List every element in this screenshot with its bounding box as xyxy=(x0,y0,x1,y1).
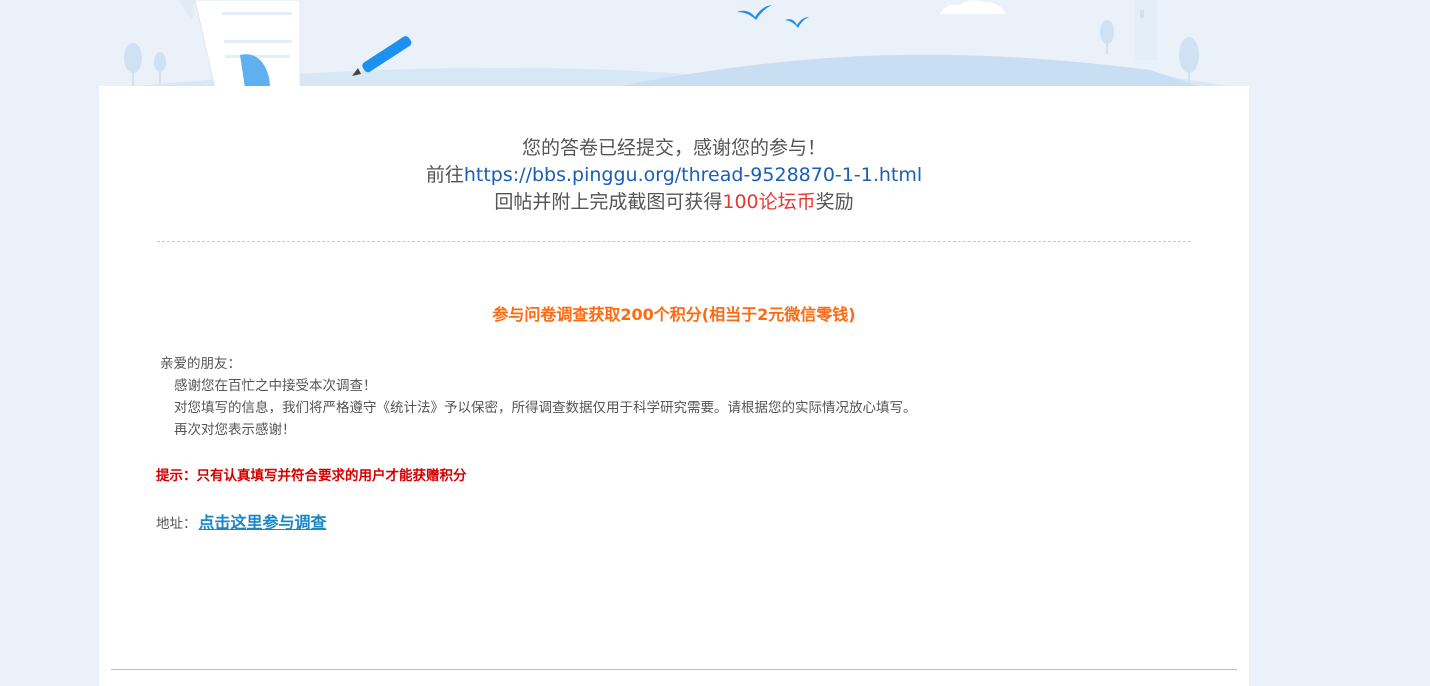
reward-suffix: 奖励 xyxy=(815,191,854,213)
survey-address: 地址： 点击这里参与调查 xyxy=(156,509,327,533)
letter-line: 感谢您在百忙之中接受本次调查！ xyxy=(174,378,377,394)
reward-line: 回帖并附上完成截图可获得100论坛币奖励 xyxy=(99,189,1249,216)
footer-divider xyxy=(111,669,1237,670)
address-label: 地址： xyxy=(156,516,197,532)
thread-url-link[interactable]: https://bbs.pinggu.org/thread-9528870-1-… xyxy=(464,164,922,186)
letter-greeting: 亲爱的朋友： xyxy=(160,356,241,372)
dashed-divider xyxy=(157,241,1191,242)
survey-letter: 亲爱的朋友： 感谢您在百忙之中接受本次调查！ 对您填写的信息，我们将严格遵守《统… xyxy=(160,353,917,441)
promo-title: 参与问卷调查获取200个积分(相当于2元微信零钱) xyxy=(492,305,856,324)
thread-line: 前往https://bbs.pinggu.org/thread-9528870-… xyxy=(99,162,1249,189)
header-banner-illustration xyxy=(0,0,1430,90)
eligibility-hint: 提示：只有认真填写并符合要求的用户才能获赠积分 xyxy=(156,468,467,484)
content-card: 您的答卷已经提交，感谢您的参与！ 前往https://bbs.pinggu.or… xyxy=(99,86,1249,686)
thanks-line: 您的答卷已经提交，感谢您的参与！ xyxy=(521,137,826,159)
reward-prefix: 回帖并附上完成截图可获得 xyxy=(494,191,723,213)
thread-prefix: 前往 xyxy=(425,164,464,186)
submission-thanks-message: 您的答卷已经提交，感谢您的参与！ 前往https://bbs.pinggu.or… xyxy=(99,135,1249,216)
letter-line: 再次对您表示感谢！ xyxy=(174,422,296,438)
letter-line: 对您填写的信息，我们将严格遵守《统计法》予以保密，所得调查数据仅用于科学研究需要… xyxy=(174,400,917,416)
participate-survey-link[interactable]: 点击这里参与调查 xyxy=(199,513,327,532)
reward-amount: 100论坛币 xyxy=(722,191,816,213)
